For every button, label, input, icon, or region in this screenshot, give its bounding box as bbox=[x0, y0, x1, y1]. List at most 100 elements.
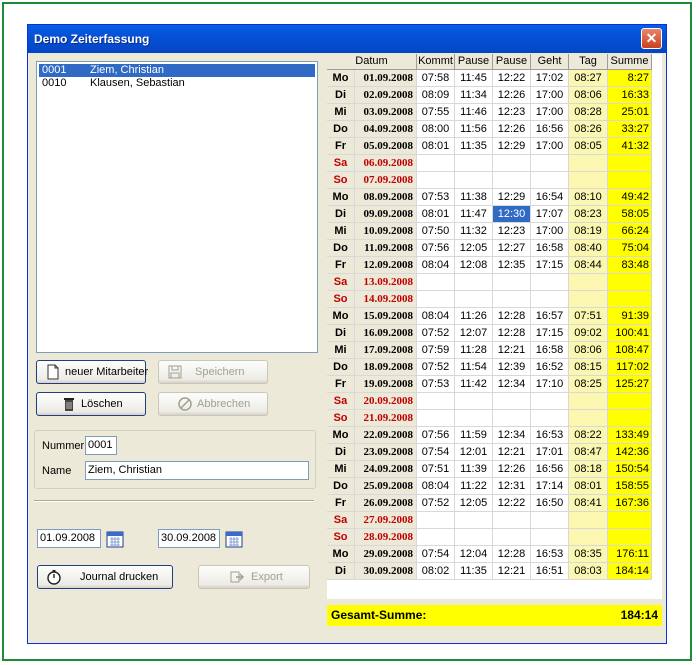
table-cell[interactable] bbox=[531, 291, 569, 308]
table-cell[interactable]: 07:54 bbox=[417, 546, 455, 563]
list-item[interactable]: 0010 Klausen, Sebastian bbox=[39, 77, 315, 90]
table-cell[interactable] bbox=[493, 512, 531, 529]
table-cell[interactable]: 12:28 bbox=[493, 308, 531, 325]
table-cell[interactable]: 07:55 bbox=[417, 104, 455, 121]
table-cell[interactable]: 12:39 bbox=[493, 359, 531, 376]
table-cell[interactable] bbox=[417, 291, 455, 308]
table-row[interactable]: Sa 20.09.2008 bbox=[327, 393, 662, 410]
table-row[interactable]: Di 30.09.2008 08:02 11:35 12:21 16:51 08:03 184… bbox=[327, 563, 662, 580]
table-cell[interactable]: 08:04 bbox=[417, 257, 455, 274]
table-cell[interactable]: 12:23 bbox=[493, 223, 531, 240]
table-cell[interactable]: 16:53 bbox=[531, 546, 569, 563]
table-row[interactable]: Fr 05.09.2008 08:01 11:35 12:29 17:00 08:05 41:… bbox=[327, 138, 662, 155]
table-cell[interactable] bbox=[417, 410, 455, 427]
table-row[interactable]: Sa 27.09.2008 bbox=[327, 512, 662, 529]
table-cell[interactable]: 16:50 bbox=[531, 495, 569, 512]
table-cell[interactable]: 07:54 bbox=[417, 444, 455, 461]
table-row[interactable]: Fr 26.09.2008 07:52 12:05 12:22 16:50 08:41 167… bbox=[327, 495, 662, 512]
table-row[interactable]: Mo 01.09.2008 07:58 11:45 12:22 17:02 08:27 8:2… bbox=[327, 70, 662, 87]
table-cell[interactable]: 12:26 bbox=[493, 121, 531, 138]
name-field[interactable]: Ziem, Christian bbox=[85, 461, 309, 480]
table-row[interactable]: Di 23.09.2008 07:54 12:01 12:21 17:01 08:47 142… bbox=[327, 444, 662, 461]
table-cell[interactable]: 16:58 bbox=[531, 240, 569, 257]
table-cell[interactable]: 12:26 bbox=[493, 87, 531, 104]
table-cell[interactable] bbox=[531, 155, 569, 172]
table-cell[interactable]: 17:07 bbox=[531, 206, 569, 223]
table-cell[interactable]: 07:52 bbox=[417, 325, 455, 342]
table-row[interactable]: Mi 10.09.2008 07:50 11:32 12:23 17:00 08:19 66:… bbox=[327, 223, 662, 240]
table-cell[interactable]: 08:09 bbox=[417, 87, 455, 104]
table-cell[interactable]: 12:31 bbox=[493, 478, 531, 495]
table-row[interactable]: Mo 15.09.2008 08:04 11:26 12:28 16:57 07:51 91:… bbox=[327, 308, 662, 325]
table-row[interactable]: So 14.09.2008 bbox=[327, 291, 662, 308]
table-cell[interactable]: 11:26 bbox=[455, 308, 493, 325]
table-row[interactable]: Sa 13.09.2008 bbox=[327, 274, 662, 291]
table-cell[interactable]: 12:08 bbox=[455, 257, 493, 274]
table-cell[interactable]: 07:53 bbox=[417, 189, 455, 206]
table-cell[interactable]: 08:00 bbox=[417, 121, 455, 138]
table-cell[interactable]: 07:56 bbox=[417, 427, 455, 444]
table-cell[interactable]: 08:02 bbox=[417, 563, 455, 580]
table-cell[interactable] bbox=[493, 393, 531, 410]
print-journal-button[interactable]: Journal drucken bbox=[37, 565, 173, 589]
table-cell[interactable]: 07:51 bbox=[417, 461, 455, 478]
table-row[interactable]: Di 09.09.2008 08:01 11:47 12:30 17:07 08:23 58:… bbox=[327, 206, 662, 223]
table-cell[interactable]: 08:01 bbox=[417, 138, 455, 155]
table-cell[interactable]: 17:15 bbox=[531, 257, 569, 274]
table-cell[interactable]: 07:59 bbox=[417, 342, 455, 359]
table-cell[interactable]: 12:21 bbox=[493, 563, 531, 580]
date-to-field[interactable]: 30.09.2008 bbox=[158, 529, 220, 548]
table-cell[interactable]: 07:56 bbox=[417, 240, 455, 257]
table-cell[interactable]: 12:35 bbox=[493, 257, 531, 274]
table-cell[interactable]: 16:56 bbox=[531, 121, 569, 138]
number-field[interactable]: 0001 bbox=[85, 436, 117, 455]
table-cell[interactable]: 12:27 bbox=[493, 240, 531, 257]
table-cell[interactable] bbox=[455, 529, 493, 546]
table-cell[interactable]: 17:15 bbox=[531, 325, 569, 342]
table-cell[interactable]: 08:04 bbox=[417, 478, 455, 495]
table-cell[interactable] bbox=[531, 393, 569, 410]
table-row[interactable]: Mo 22.09.2008 07:56 11:59 12:34 16:53 08:22 133… bbox=[327, 427, 662, 444]
table-cell[interactable]: 11:28 bbox=[455, 342, 493, 359]
table-cell[interactable] bbox=[455, 155, 493, 172]
calendar-icon[interactable] bbox=[225, 530, 243, 548]
column-header[interactable]: Kommt bbox=[417, 54, 455, 70]
table-row[interactable]: Sa 06.09.2008 bbox=[327, 155, 662, 172]
table-cell[interactable] bbox=[531, 410, 569, 427]
save-button[interactable]: Speichern bbox=[158, 360, 268, 384]
table-cell[interactable]: 12:28 bbox=[493, 325, 531, 342]
calendar-icon[interactable] bbox=[106, 530, 124, 548]
table-cell[interactable] bbox=[455, 393, 493, 410]
table-cell[interactable]: 12:05 bbox=[455, 240, 493, 257]
table-cell[interactable]: 11:35 bbox=[455, 138, 493, 155]
new-employee-button[interactable]: neuer Mitarbeiter bbox=[36, 360, 148, 384]
table-cell[interactable]: 12:34 bbox=[493, 427, 531, 444]
table-cell[interactable] bbox=[493, 410, 531, 427]
column-header[interactable]: Pause bbox=[455, 54, 493, 70]
table-cell[interactable] bbox=[417, 274, 455, 291]
table-cell[interactable]: 12:29 bbox=[493, 189, 531, 206]
table-cell[interactable]: 12:01 bbox=[455, 444, 493, 461]
table-cell[interactable] bbox=[417, 393, 455, 410]
table-cell[interactable] bbox=[455, 291, 493, 308]
table-row[interactable]: Di 02.09.2008 08:09 11:34 12:26 17:00 08:06 16:… bbox=[327, 87, 662, 104]
table-row[interactable]: Di 16.09.2008 07:52 12:07 12:28 17:15 09:02 100… bbox=[327, 325, 662, 342]
table-cell[interactable]: 11:59 bbox=[455, 427, 493, 444]
table-cell[interactable] bbox=[493, 291, 531, 308]
table-cell[interactable]: 11:32 bbox=[455, 223, 493, 240]
table-cell[interactable] bbox=[493, 529, 531, 546]
employee-list[interactable]: 0001 Ziem, Christian 0010 Klausen, Sebastia… bbox=[36, 61, 318, 353]
table-row[interactable]: So 07.09.2008 bbox=[327, 172, 662, 189]
table-cell[interactable]: 07:52 bbox=[417, 495, 455, 512]
table-cell[interactable] bbox=[455, 410, 493, 427]
table-cell[interactable]: 16:56 bbox=[531, 461, 569, 478]
table-cell[interactable] bbox=[417, 172, 455, 189]
table-row[interactable]: So 21.09.2008 bbox=[327, 410, 662, 427]
table-cell[interactable]: 07:50 bbox=[417, 223, 455, 240]
table-cell[interactable]: 12:30 bbox=[493, 206, 531, 223]
table-cell[interactable]: 17:10 bbox=[531, 376, 569, 393]
table-cell[interactable]: 11:45 bbox=[455, 70, 493, 87]
table-row[interactable]: Mi 17.09.2008 07:59 11:28 12:21 16:58 08:06 108… bbox=[327, 342, 662, 359]
table-cell[interactable] bbox=[531, 274, 569, 291]
column-header[interactable]: Geht bbox=[531, 54, 569, 70]
